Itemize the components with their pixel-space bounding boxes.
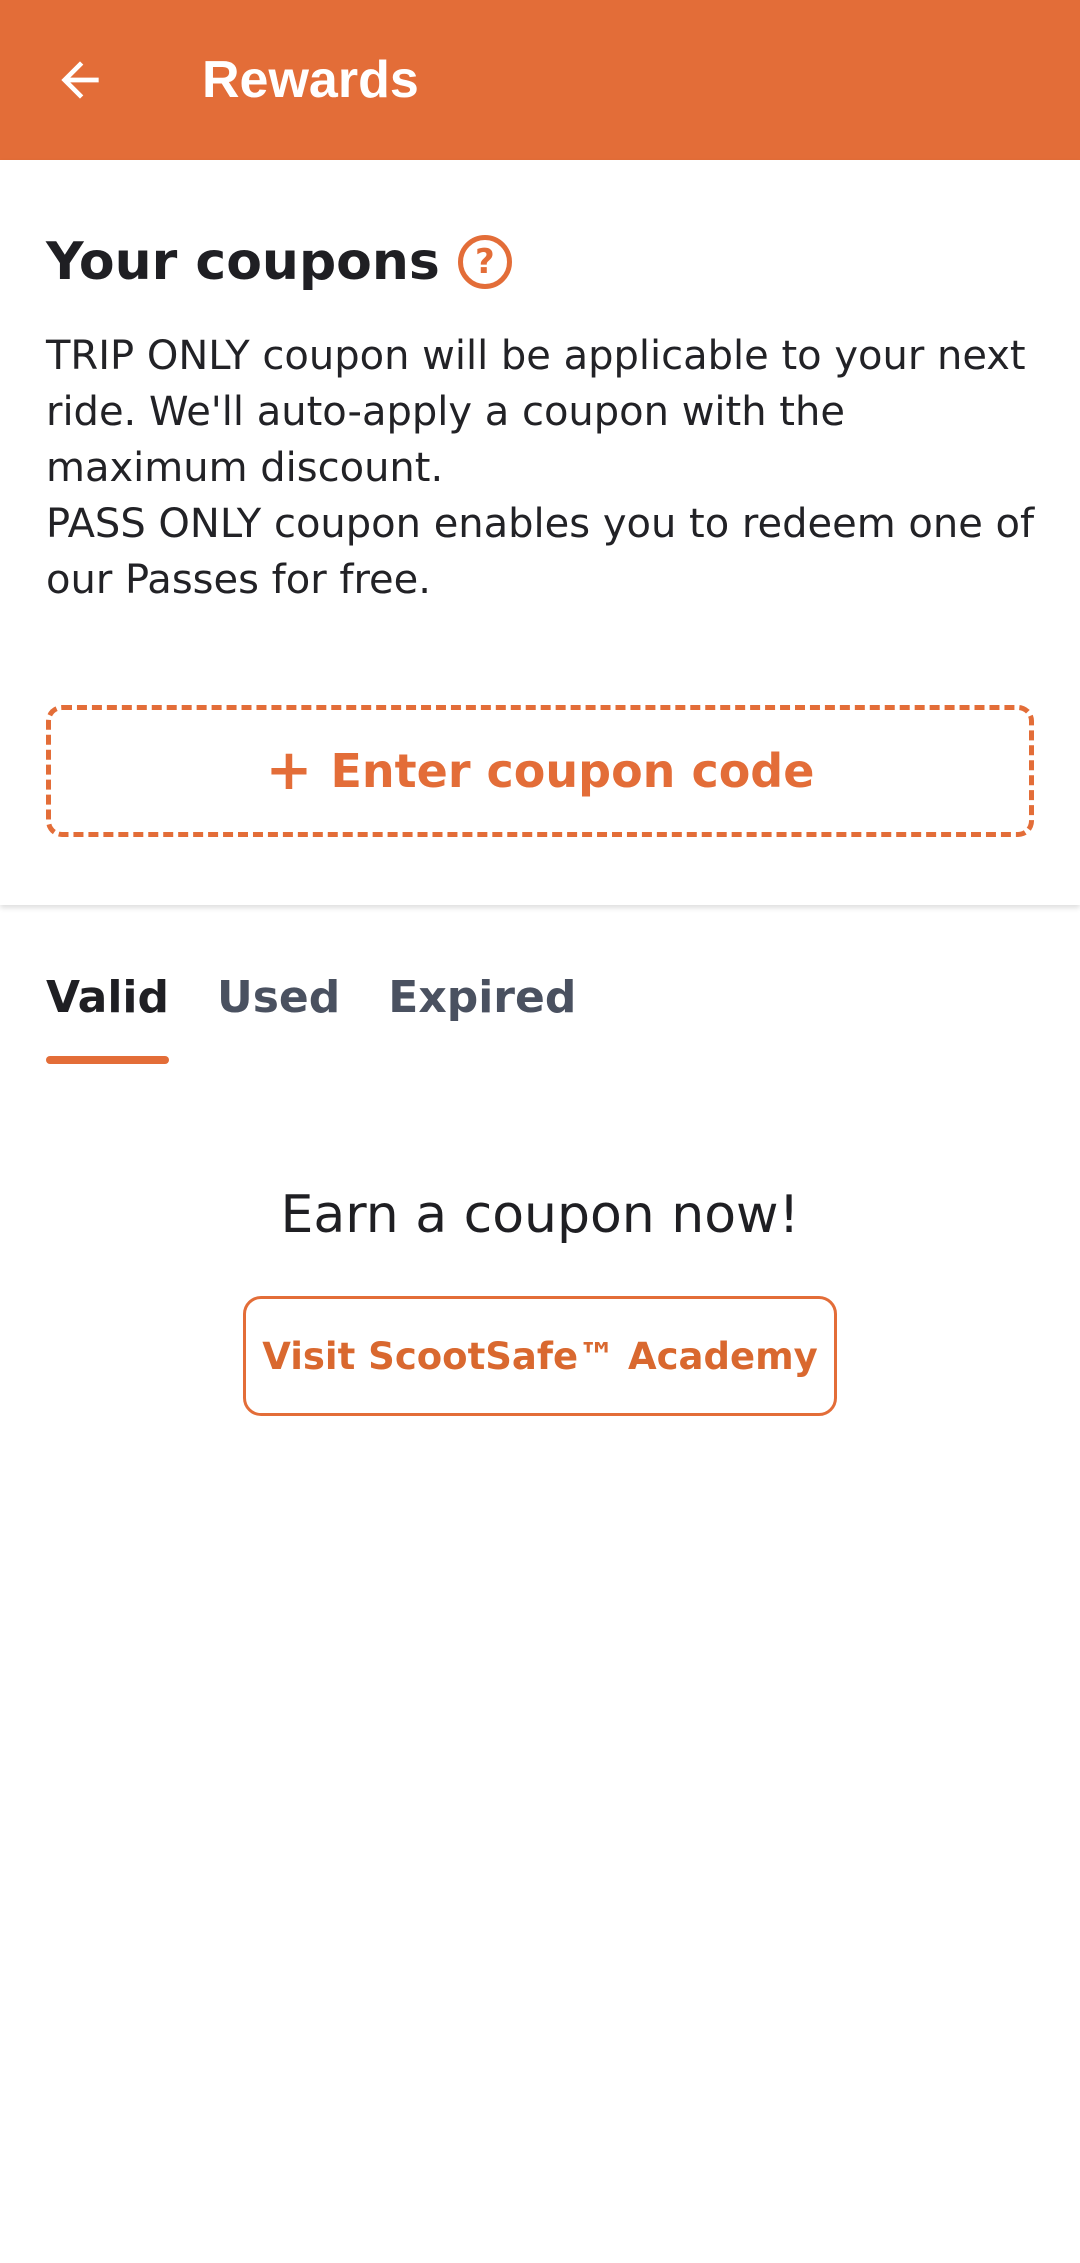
enter-coupon-code-label: Enter coupon code: [330, 744, 815, 798]
plus-icon: +: [265, 738, 313, 803]
app-bar: Rewards: [0, 0, 1080, 160]
arrow-left-icon: [61, 61, 99, 99]
coupon-tabs: Valid Used Expired: [46, 968, 624, 1064]
back-button[interactable]: [40, 40, 120, 120]
description-trip-only: TRIP ONLY coupon will be applicable to y…: [46, 333, 1026, 491]
empty-state-title: Earn a coupon now!: [280, 1185, 800, 1245]
question-circle-icon[interactable]: ?: [457, 235, 512, 289]
help-glyph: ?: [474, 242, 495, 282]
enter-coupon-code-button[interactable]: + Enter coupon code: [46, 705, 1034, 837]
page-title: Rewards: [202, 51, 419, 109]
coupons-title-row: Your coupons ?: [46, 232, 512, 292]
description-pass-only: PASS ONLY coupon enables you to redeem o…: [46, 501, 1035, 603]
tab-valid[interactable]: Valid: [46, 968, 169, 1064]
coupons-description: TRIP ONLY coupon will be applicable to y…: [46, 328, 1046, 608]
empty-state: Earn a coupon now!: [0, 1180, 1080, 1250]
coupons-section: Your coupons ? TRIP ONLY coupon will be …: [0, 160, 1080, 905]
tab-expired[interactable]: Expired: [388, 968, 576, 1028]
tab-used[interactable]: Used: [217, 968, 340, 1028]
visit-academy-button[interactable]: Visit ScootSafe™ Academy: [243, 1296, 837, 1416]
section-title: Your coupons: [46, 232, 440, 292]
